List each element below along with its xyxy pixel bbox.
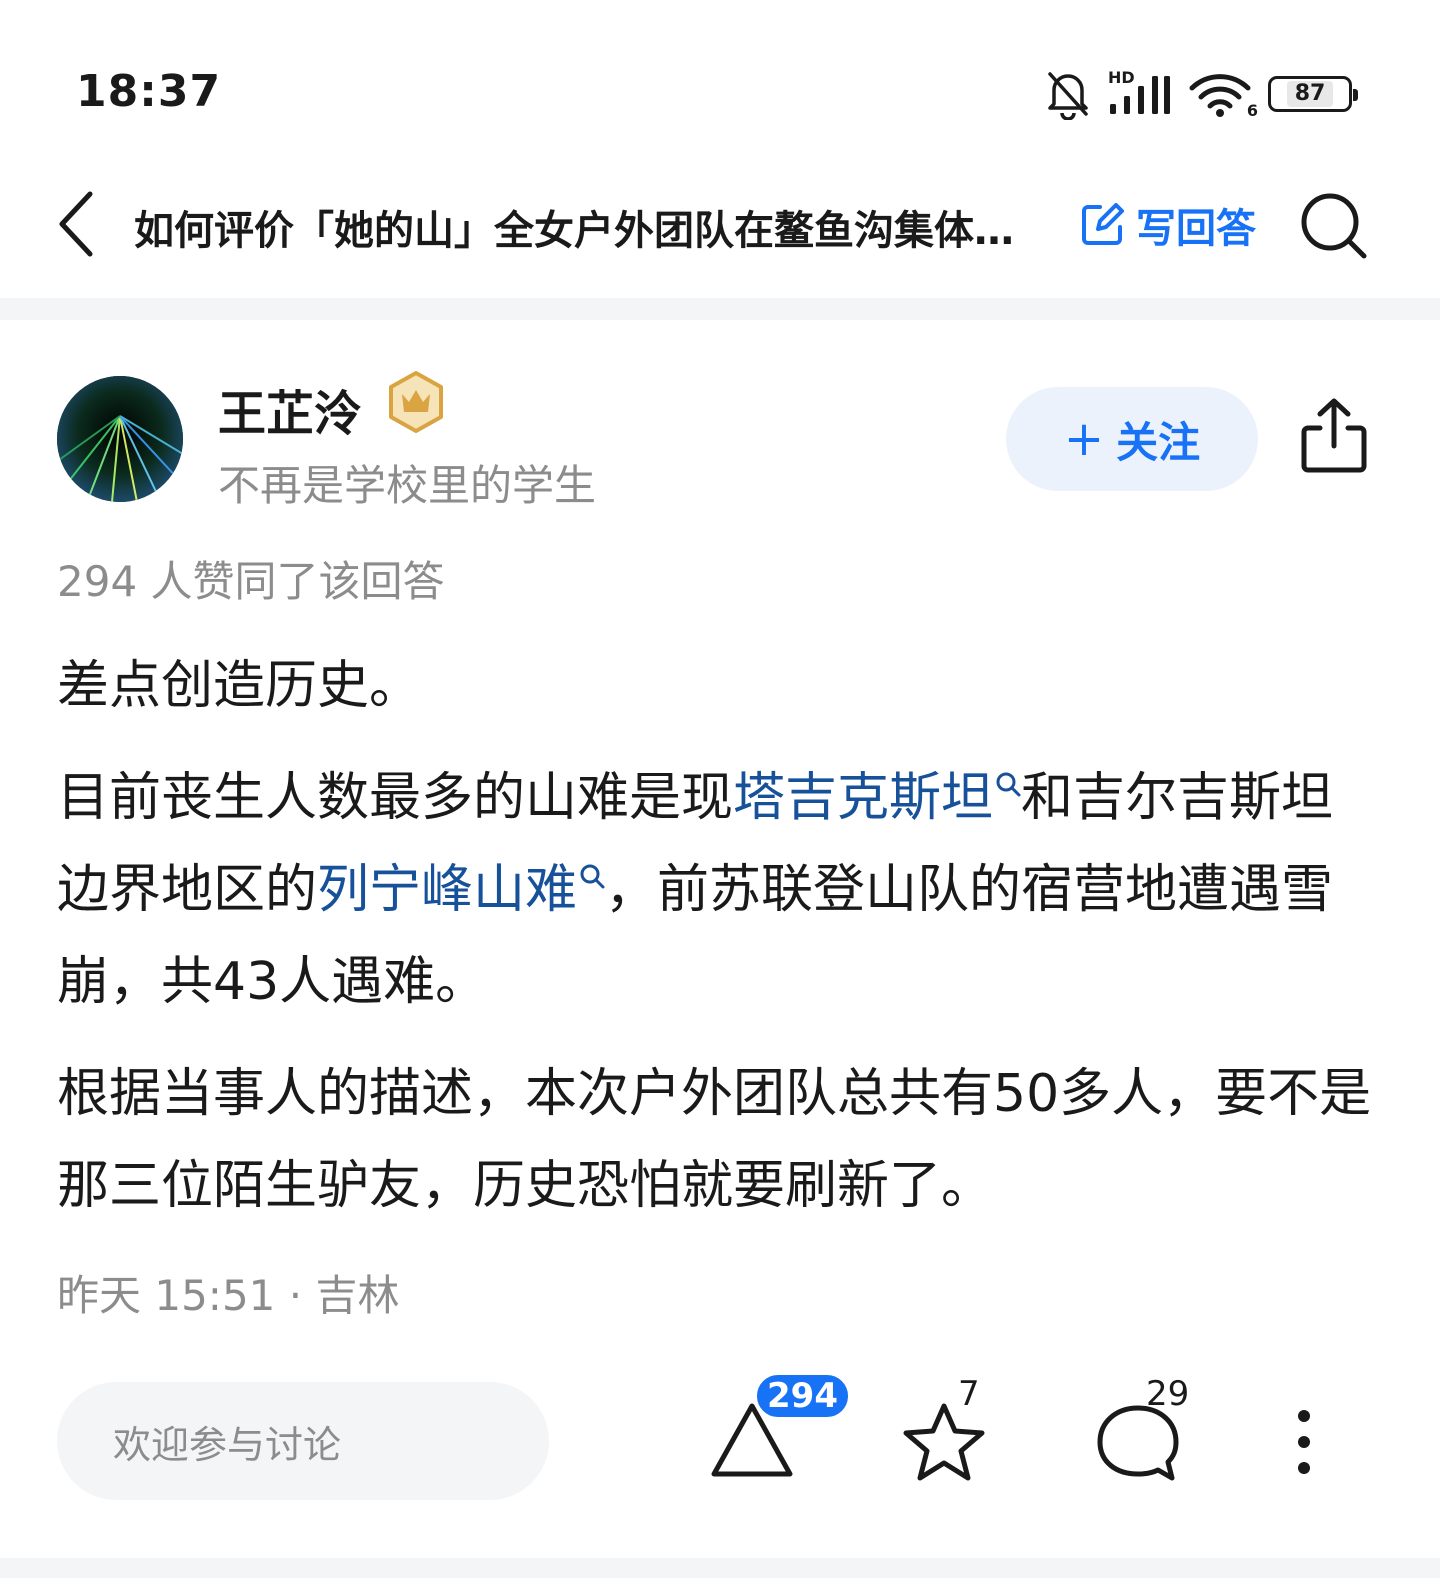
- link-lenin-peak-disaster[interactable]: 列宁峰山难: [317, 860, 577, 920]
- follow-plus-icon: +: [1063, 411, 1105, 467]
- search-icon[interactable]: [1298, 190, 1370, 262]
- more-button[interactable]: [1286, 1406, 1322, 1482]
- upvote-count-badge: 294: [754, 1372, 851, 1420]
- share-icon[interactable]: [1298, 396, 1370, 476]
- paragraph-3: 根据当事人的描述，本次户外团队总共有50多人，要不是那三位陌生驴友，历史恐怕就要…: [57, 1064, 1372, 1216]
- answer-meta: 昨天 15:51 · 吉林: [57, 1271, 400, 1320]
- link-search-icon[interactable]: [995, 771, 1021, 797]
- wifi-label: 6: [1246, 101, 1258, 120]
- status-bar: 18:37 HD 6 87: [0, 0, 1440, 150]
- battery-level: 87: [1286, 81, 1334, 107]
- paragraph-2-text-a: 目前丧生人数最多的山难是现: [57, 768, 734, 828]
- link-search-icon[interactable]: [579, 863, 605, 889]
- mute-bell-icon: [1048, 72, 1088, 120]
- status-icons: HD 6 87: [1044, 66, 1358, 122]
- write-answer-label: 写回答: [1136, 206, 1256, 252]
- section-divider: [0, 298, 1440, 320]
- battery-icon: 87: [1268, 76, 1358, 112]
- comment-input[interactable]: 欢迎参与讨论: [57, 1382, 549, 1500]
- status-time: 18:37: [76, 66, 222, 117]
- paragraph-1: 差点创造历史。: [57, 656, 422, 716]
- write-answer-button[interactable]: 写回答: [1078, 196, 1256, 254]
- link-tajikistan[interactable]: 塔吉克斯坦: [733, 768, 993, 828]
- answer-content: 差点创造历史。 目前丧生人数最多的山难是现塔吉克斯坦 和吉尔吉斯坦边界地区的列宁峰…: [57, 640, 1377, 1252]
- comment-count: 29: [1146, 1374, 1190, 1414]
- paragraph-2: 目前丧生人数最多的山难是现塔吉克斯坦 和吉尔吉斯坦边界地区的列宁峰山难 ，前苏联登山…: [57, 752, 1377, 1028]
- back-icon[interactable]: [50, 184, 106, 264]
- bottom-divider: [0, 1558, 1440, 1578]
- crown-badge-icon: [389, 371, 443, 433]
- more-vertical-icon: [1298, 1410, 1310, 1474]
- author-name[interactable]: 王芷泠: [218, 374, 362, 444]
- avatar[interactable]: [57, 376, 183, 502]
- nav-bar: 如何评价「她的山」全女户外团队在鳌鱼沟集体遇险，称在三位陌生驴友帮助下脱险？ 写…: [0, 160, 1440, 290]
- favorite-count: 7: [958, 1374, 980, 1414]
- question-title[interactable]: 如何评价「她的山」全女户外团队在鳌鱼沟集体遇险，称在三位陌生驴友帮助下脱险？: [134, 198, 1014, 256]
- follow-label: 关注: [1116, 417, 1201, 467]
- edit-icon: [1082, 203, 1124, 245]
- wifi-icon: 6: [1188, 68, 1258, 120]
- follow-button[interactable]: + 关注: [1006, 387, 1258, 491]
- author-bio: 不再是学校里的学生: [218, 461, 597, 510]
- vote-summary: 294 人赞同了该回答: [57, 557, 445, 606]
- signal-icon: HD: [1108, 68, 1172, 120]
